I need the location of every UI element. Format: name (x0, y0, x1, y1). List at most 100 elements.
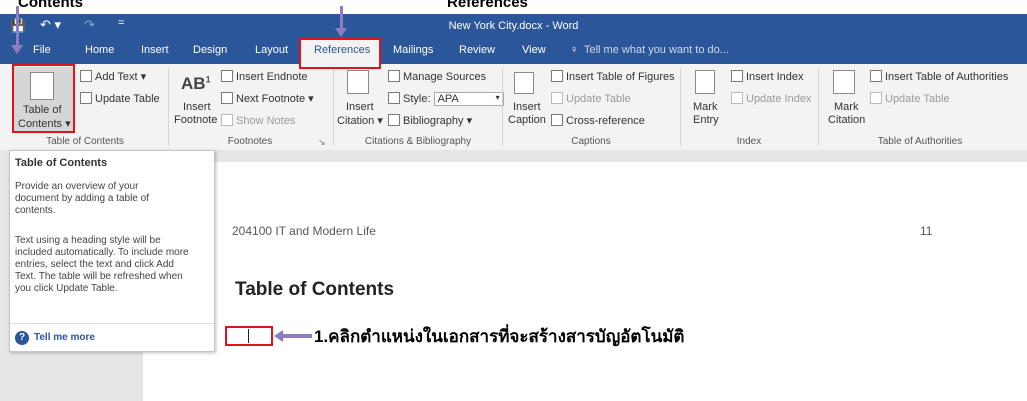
insert-index-label: Insert Index (746, 71, 804, 83)
update-index-label: Update Index (746, 93, 812, 105)
manage-sources-icon (388, 70, 400, 82)
toa-update-table-button[interactable]: Update Table (870, 92, 950, 105)
insert-toa-icon (870, 70, 882, 82)
mark-entry-label2[interactable]: Entry (693, 114, 719, 126)
style-value: APA (437, 93, 459, 105)
bibliography-button[interactable]: Bibliography ▾ (388, 114, 472, 127)
captions-update-table-button[interactable]: Update Table (551, 92, 631, 105)
tab-file[interactable]: File (33, 44, 51, 56)
style-selector[interactable]: Style: APA ▾ (388, 92, 504, 106)
tell-me-more-link[interactable]: Tell me more (34, 332, 95, 343)
tab-layout[interactable]: Layout (255, 44, 288, 56)
update-index-icon (731, 92, 743, 104)
toa-update-icon (870, 92, 882, 104)
tooltip-desc1: Provide an overview of your document by … (15, 181, 149, 216)
update-table-button[interactable]: Update Table (80, 92, 160, 105)
doc-header-left: 204100 IT and Modern Life (232, 224, 376, 238)
insert-table-of-figures-button[interactable]: Insert Table of Figures (551, 70, 675, 83)
group-label-index: Index (736, 136, 762, 147)
arrow-head-references (335, 28, 347, 37)
group-separator (818, 68, 819, 146)
add-text-label: Add Text ▾ (95, 71, 147, 83)
footnotes-launcher-icon[interactable]: ↘ (318, 137, 326, 148)
toc-tooltip: Table of Contents Provide an overview of… (9, 150, 215, 352)
footnote-sup: 1 (205, 74, 211, 85)
group-label-citations: Citations & Bibliography (364, 136, 472, 147)
help-icon: ? (15, 331, 29, 345)
insert-index-icon (731, 70, 743, 82)
captions-update-icon (551, 92, 563, 104)
arrow-shaft-step1 (282, 334, 312, 338)
window-title: New York City.docx - Word (448, 20, 579, 32)
insert-endnote-button[interactable]: Insert Endnote (221, 70, 308, 83)
update-table-icon (80, 92, 92, 104)
insert-footnote-label1[interactable]: Insert (183, 101, 211, 113)
insert-caption-label2[interactable]: Caption (508, 114, 546, 126)
group-label-toa: Table of Authorities (877, 136, 963, 147)
footnote-ab-icon: AB1 (181, 74, 211, 94)
bibliography-icon (388, 114, 400, 126)
insert-index-button[interactable]: Insert Index (731, 70, 803, 83)
show-notes-icon (221, 114, 233, 126)
manage-sources-button[interactable]: Manage Sources (388, 70, 486, 83)
ribbon-references: Table of Contents ▾ Add Text ▾ Update Ta… (0, 64, 1027, 151)
add-text-icon (80, 70, 92, 82)
insert-endnote-icon (221, 70, 233, 82)
tab-home[interactable]: Home (85, 44, 114, 56)
annotation-references: References (447, 0, 528, 11)
insert-endnote-label: Insert Endnote (236, 71, 308, 83)
style-dropdown[interactable]: APA ▾ (433, 92, 504, 106)
show-notes-button[interactable]: Show Notes (221, 114, 295, 127)
highlight-toc-button (12, 64, 75, 133)
tab-mailings[interactable]: Mailings (393, 44, 433, 56)
mark-citation-label1[interactable]: Mark (834, 101, 858, 113)
cross-reference-button[interactable]: Cross-reference (551, 114, 645, 127)
tab-design[interactable]: Design (193, 44, 227, 56)
show-notes-label: Show Notes (236, 115, 296, 127)
group-separator (168, 68, 169, 146)
toa-update-label: Update Table (885, 93, 950, 105)
annotation-contents: Contents (18, 0, 83, 11)
group-separator (680, 68, 681, 146)
cross-reference-label: Cross-reference (566, 115, 645, 127)
bibliography-label: Bibliography ▾ (403, 115, 473, 127)
insert-toa-label: Insert Table of Authorities (885, 71, 1009, 83)
group-label-footnotes: Footnotes (227, 136, 273, 147)
insert-tof-label: Insert Table of Figures (566, 71, 675, 83)
ribbon-tabs: File Home Insert Design Layout Reference… (0, 38, 1027, 64)
style-label: Style: (403, 93, 431, 105)
mark-citation-label2[interactable]: Citation (828, 114, 865, 126)
insert-footnote-label2[interactable]: Footnote (174, 114, 217, 126)
lightbulb-icon: ♀ (570, 44, 579, 56)
arrow-head-contents (11, 45, 23, 54)
group-label-toc: Table of Contents (46, 136, 124, 147)
step1-annotation: 1.คลิกตำแหน่งในเอกสารที่จะสร้างสารบัญอัต… (314, 327, 685, 346)
tab-view[interactable]: View (522, 44, 546, 56)
tooltip-desc2: Text using a heading style will be inclu… (15, 235, 189, 294)
next-footnote-button[interactable]: Next Footnote ▾ (221, 92, 314, 105)
tab-review[interactable]: Review (459, 44, 495, 56)
highlight-cursor-position (225, 326, 273, 346)
mark-entry-label1[interactable]: Mark (693, 101, 717, 113)
annotation-strip: Contents References (0, 0, 1027, 14)
tab-insert[interactable]: Insert (141, 44, 169, 56)
add-text-button[interactable]: Add Text ▾ (80, 70, 146, 83)
insert-toa-button[interactable]: Insert Table of Authorities (870, 70, 1008, 83)
group-separator (502, 68, 503, 146)
insert-caption-label1[interactable]: Insert (513, 101, 541, 113)
mark-citation-icon (833, 70, 855, 94)
insert-caption-icon (514, 72, 534, 94)
insert-citation-label2[interactable]: Citation ▾ (337, 114, 383, 127)
next-footnote-icon (221, 92, 233, 104)
tooltip-title: Table of Contents (15, 157, 108, 169)
captions-update-label: Update Table (566, 93, 631, 105)
insert-citation-label1[interactable]: Insert (346, 101, 374, 113)
title-bar: 💾 ↶ ▾ ↷ = New York City.docx - Word (0, 14, 1027, 38)
tell-me-box[interactable]: Tell me what you want to do... (584, 44, 729, 56)
group-label-captions: Captions (571, 136, 611, 147)
insert-citation-icon (347, 70, 369, 94)
doc-heading: Table of Contents (235, 279, 395, 300)
update-index-button[interactable]: Update Index (731, 92, 811, 105)
next-footnote-label: Next Footnote ▾ (236, 93, 314, 105)
chevron-down-icon: ▾ (495, 93, 500, 102)
